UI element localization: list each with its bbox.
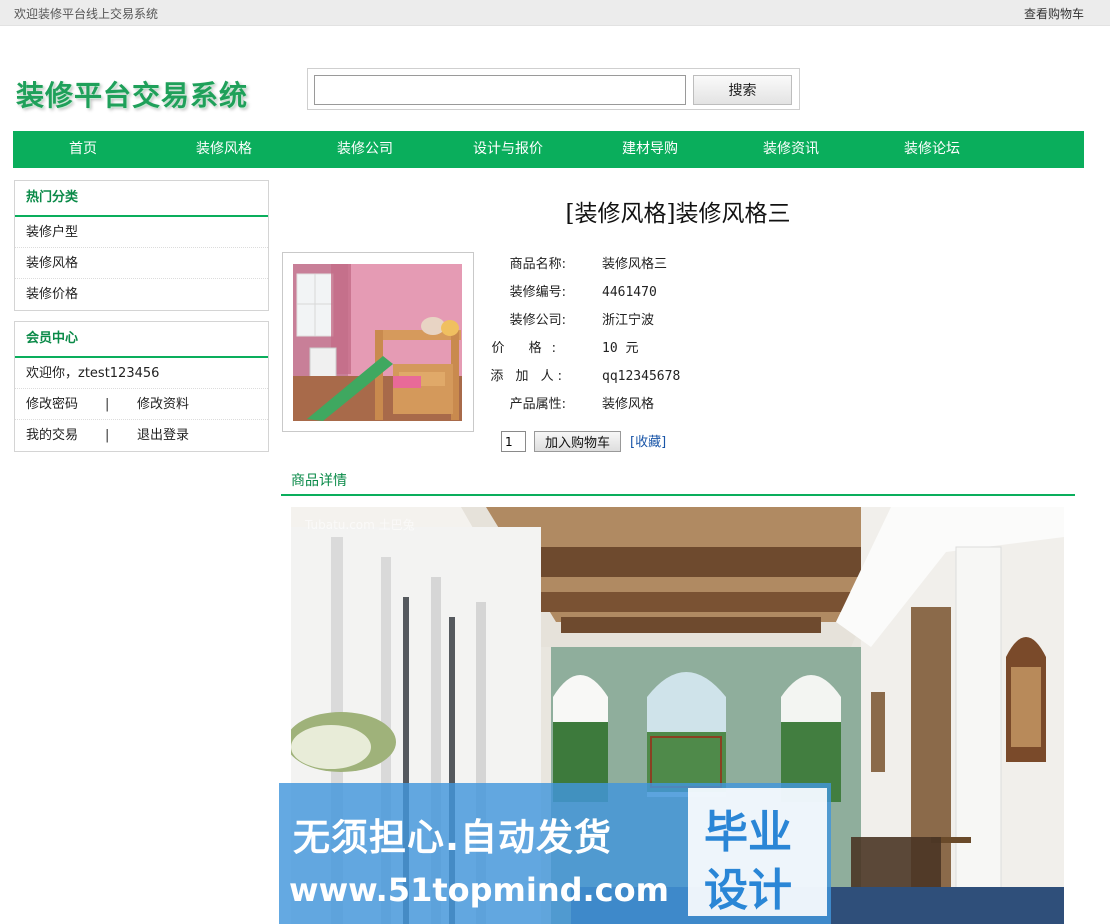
nav-design-quote[interactable]: 设计与报价 bbox=[473, 131, 543, 168]
change-password-link[interactable]: 修改密码 bbox=[26, 397, 78, 412]
promo-badge-bottom: 设计 bbox=[704, 865, 792, 916]
info-label: 产品属性: bbox=[509, 397, 566, 412]
promo-url: www.51topmind.com bbox=[289, 871, 669, 909]
search-box: 搜索 bbox=[307, 68, 800, 110]
tab-product-details[interactable]: 商品详情 bbox=[291, 470, 347, 490]
favorite-link[interactable]: [收藏] bbox=[630, 431, 666, 450]
promo-badge-top: 毕业 bbox=[704, 807, 792, 858]
category-link[interactable]: 装修户型 bbox=[26, 225, 78, 240]
info-label: 商品名称: bbox=[509, 257, 566, 272]
info-label: 价 格: bbox=[491, 341, 566, 356]
nav-styles[interactable]: 装修风格 bbox=[196, 131, 252, 168]
product-thumbnail[interactable] bbox=[282, 252, 474, 432]
promo-banner: 无须担心.自动发货 www.51topmind.com 毕业 设计 bbox=[279, 783, 831, 924]
info-value: 10 元 bbox=[602, 341, 639, 356]
member-center-box: 会员中心 欢迎你，ztest123456 修改密码 | 修改资料 我的交易 | … bbox=[14, 321, 269, 452]
product-photo bbox=[293, 264, 462, 421]
info-label: 添 加 人: bbox=[490, 369, 566, 384]
member-welcome: 欢迎你，ztest123456 bbox=[15, 358, 268, 389]
product-info: 商品名称: 装修风格三 装修编号: 4461470 装修公司: 浙江宁波 价 格… bbox=[481, 256, 881, 424]
nav-news[interactable]: 装修资讯 bbox=[763, 131, 819, 168]
add-to-cart-button[interactable]: 加入购物车 bbox=[534, 431, 621, 452]
main-nav: 首页 装修风格 装修公司 设计与报价 建材导购 装修资讯 装修论坛 bbox=[13, 131, 1084, 168]
image-watermark: Tubatu.com 土巴兔 bbox=[304, 517, 415, 532]
info-row-attribute: 产品属性: 装修风格 bbox=[481, 396, 881, 424]
hot-categories-title: 热门分类 bbox=[15, 181, 268, 217]
info-row-company: 装修公司: 浙江宁波 bbox=[481, 312, 881, 340]
category-item[interactable]: 装修户型 bbox=[15, 217, 268, 248]
info-row-code: 装修编号: 4461470 bbox=[481, 284, 881, 312]
nav-home[interactable]: 首页 bbox=[69, 131, 97, 168]
info-row-adder: 添 加 人: qq12345678 bbox=[481, 368, 881, 396]
info-value: qq12345678 bbox=[602, 369, 681, 384]
info-value: 4461470 bbox=[602, 285, 657, 300]
info-value: 装修风格三 bbox=[602, 257, 668, 272]
hot-categories-box: 热门分类 装修户型 装修风格 装修价格 bbox=[14, 180, 269, 311]
member-links-row: 我的交易 | 退出登录 bbox=[15, 420, 268, 451]
info-value: 装修风格 bbox=[602, 397, 655, 412]
category-item[interactable]: 装修价格 bbox=[15, 279, 268, 310]
member-center-title: 会员中心 bbox=[15, 322, 268, 358]
member-links-row: 修改密码 | 修改资料 bbox=[15, 389, 268, 420]
site-logo: 装修平台交易系统 bbox=[16, 79, 249, 112]
category-link[interactable]: 装修风格 bbox=[26, 256, 78, 271]
category-item[interactable]: 装修风格 bbox=[15, 248, 268, 279]
link-separator: | bbox=[105, 428, 110, 443]
product-title: [装修风格]装修风格三 bbox=[565, 201, 791, 227]
quantity-input[interactable] bbox=[501, 431, 526, 452]
view-cart-link[interactable]: 查看购物车 bbox=[1024, 5, 1084, 22]
edit-profile-link[interactable]: 修改资料 bbox=[137, 389, 189, 420]
search-input[interactable] bbox=[314, 75, 686, 105]
promo-badge: 毕业 设计 bbox=[688, 788, 827, 916]
info-row-name: 商品名称: 装修风格三 bbox=[481, 256, 881, 284]
promo-slogan: 无须担心.自动发货 bbox=[293, 816, 613, 859]
info-value: 浙江宁波 bbox=[602, 313, 655, 328]
top-bar: 欢迎装修平台线上交易系统 查看购物车 bbox=[0, 0, 1110, 26]
nav-materials[interactable]: 建材导购 bbox=[622, 131, 678, 168]
info-label: 装修公司: bbox=[509, 313, 566, 328]
nav-companies[interactable]: 装修公司 bbox=[337, 131, 393, 168]
info-row-price: 价 格: 10 元 bbox=[481, 340, 881, 368]
nav-forum[interactable]: 装修论坛 bbox=[904, 131, 960, 168]
my-trades-link[interactable]: 我的交易 bbox=[26, 428, 78, 443]
member-welcome-text: 欢迎你，ztest123456 bbox=[26, 366, 160, 381]
welcome-text: 欢迎装修平台线上交易系统 bbox=[14, 7, 159, 21]
info-label: 装修编号: bbox=[509, 285, 566, 300]
category-link[interactable]: 装修价格 bbox=[26, 287, 78, 302]
link-separator: | bbox=[105, 397, 110, 412]
search-button[interactable]: 搜索 bbox=[693, 75, 792, 105]
logout-link[interactable]: 退出登录 bbox=[137, 420, 189, 451]
details-tab-bar: 商品详情 bbox=[281, 465, 1075, 496]
